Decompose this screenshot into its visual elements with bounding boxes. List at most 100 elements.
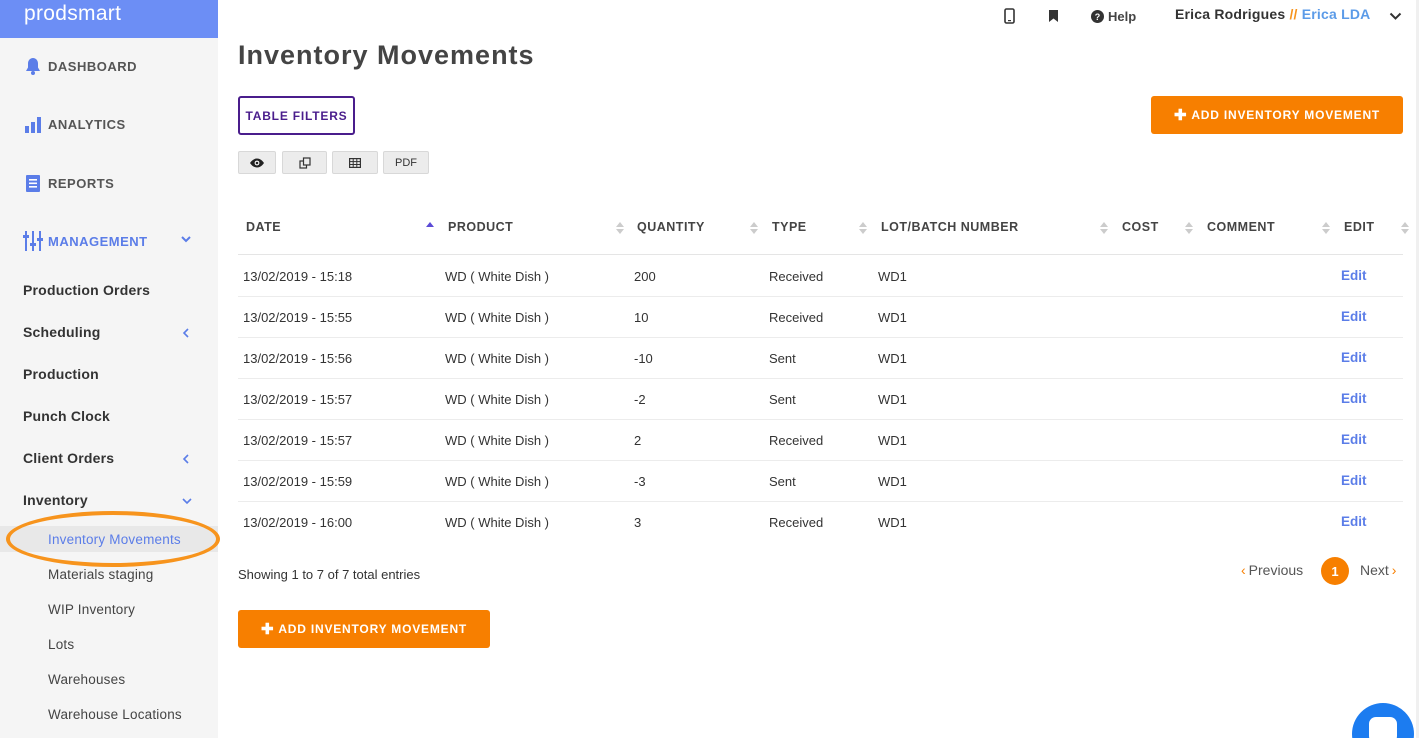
brand-logo[interactable]: prodsmart <box>0 0 218 38</box>
bookmark-icon[interactable] <box>1048 6 1059 26</box>
edit-link[interactable]: Edit <box>1341 473 1367 488</box>
pdf-button[interactable]: PDF <box>383 151 429 174</box>
excel-button[interactable] <box>332 151 378 174</box>
chevron-down-icon[interactable] <box>1389 6 1402 26</box>
cell-lot: WD1 <box>878 269 907 284</box>
cell-lot: WD1 <box>878 515 907 530</box>
nav-warehouse-locations-label: Warehouse Locations <box>48 706 182 722</box>
edit-link[interactable]: Edit <box>1341 268 1367 283</box>
chevron-left-icon <box>181 326 191 342</box>
header-type[interactable]: TYPE <box>772 220 807 234</box>
header-lot-batch[interactable]: LOT/BATCH NUMBER <box>881 220 1019 234</box>
nav-analytics[interactable]: ANALYTICS <box>0 109 218 139</box>
eye-icon <box>249 158 265 168</box>
nav-inventory[interactable]: Inventory <box>0 488 218 512</box>
row-divider <box>238 501 1403 502</box>
nav-reports-label: REPORTS <box>48 175 115 191</box>
nav-dashboard[interactable]: DASHBOARD <box>0 51 218 81</box>
pagination-previous[interactable]: ‹ Previous <box>1238 562 1303 578</box>
cell-date: 13/02/2019 - 15:55 <box>243 310 353 325</box>
nav-warehouse-locations[interactable]: Warehouse Locations <box>0 701 218 727</box>
cell-product: WD ( White Dish ) <box>445 351 549 366</box>
nav-punch-clock[interactable]: Punch Clock <box>0 404 218 428</box>
add-inventory-movement-button-top[interactable]: ✚ ADD INVENTORY MOVEMENT <box>1151 96 1403 134</box>
copy-button[interactable] <box>282 151 327 174</box>
nav-wip-inventory-label: WIP Inventory <box>48 601 136 617</box>
table-icon <box>349 157 361 168</box>
cell-lot: WD1 <box>878 351 907 366</box>
sidebar: prodsmart DASHBOARD ANALYTICS REPORTS MA… <box>0 0 218 738</box>
nav-wip-inventory[interactable]: WIP Inventory <box>0 596 218 622</box>
nav-production[interactable]: Production <box>0 362 218 386</box>
chat-widget-button[interactable] <box>1352 703 1414 738</box>
nav-warehouses[interactable]: Warehouses <box>0 666 218 692</box>
cell-quantity: -3 <box>634 474 646 489</box>
pagination-next[interactable]: Next › <box>1360 562 1399 578</box>
edit-link[interactable]: Edit <box>1341 432 1367 447</box>
add-inventory-movement-button-bottom[interactable]: ✚ ADD INVENTORY MOVEMENT <box>238 610 490 648</box>
nav-dashboard-label: DASHBOARD <box>48 58 137 74</box>
edit-link[interactable]: Edit <box>1341 309 1367 324</box>
edit-link[interactable]: Edit <box>1341 391 1367 406</box>
header-product[interactable]: PRODUCT <box>448 220 513 234</box>
help-link[interactable]: ? Help <box>1091 6 1136 26</box>
sort-icon[interactable] <box>750 220 758 236</box>
sort-icon[interactable] <box>1322 220 1330 236</box>
header-quantity[interactable]: QUANTITY <box>637 220 705 234</box>
nav-punch-clock-label: Punch Clock <box>23 408 110 424</box>
next-label: Next <box>1360 562 1389 578</box>
sort-icon[interactable] <box>616 220 624 236</box>
cell-quantity: -2 <box>634 392 646 407</box>
header-edit[interactable]: EDIT <box>1344 220 1374 234</box>
nav-reports[interactable]: REPORTS <box>0 168 218 198</box>
sort-icon[interactable] <box>1185 220 1193 236</box>
cell-date: 13/02/2019 - 15:57 <box>243 392 353 407</box>
sort-icon[interactable] <box>859 220 867 236</box>
row-divider <box>238 337 1403 338</box>
header-date[interactable]: DATE <box>246 220 281 234</box>
nav-management[interactable]: MANAGEMENT <box>0 226 218 256</box>
cell-quantity: 3 <box>634 515 642 530</box>
sort-icon[interactable] <box>1401 220 1409 236</box>
cell-product: WD ( White Dish ) <box>445 269 549 284</box>
header-cost[interactable]: COST <box>1122 220 1159 234</box>
mobile-icon[interactable] <box>1004 6 1015 26</box>
page-title: Inventory Movements <box>238 40 535 70</box>
cell-type: Sent <box>769 474 796 489</box>
edit-link[interactable]: Edit <box>1341 514 1367 529</box>
sort-asc-icon[interactable] <box>426 220 434 236</box>
cell-type: Sent <box>769 351 796 366</box>
chevron-down-icon <box>181 494 193 510</box>
nav-lots-label: Lots <box>48 636 75 652</box>
nav-warehouses-label: Warehouses <box>48 671 126 687</box>
pagination-page-1[interactable]: 1 <box>1321 557 1349 585</box>
cell-quantity: -10 <box>634 351 653 366</box>
column-visibility-button[interactable] <box>238 151 276 174</box>
help-circle-icon: ? <box>1091 9 1104 23</box>
add-button-label: ADD INVENTORY MOVEMENT <box>1191 108 1381 122</box>
chevron-right-icon: › <box>1391 562 1397 578</box>
nav-client-orders[interactable]: Client Orders <box>0 446 218 470</box>
nav-inventory-movements-label: Inventory Movements <box>48 531 181 547</box>
cell-type: Received <box>769 433 824 448</box>
chat-icon <box>1369 717 1397 738</box>
nav-scheduling[interactable]: Scheduling <box>0 320 218 344</box>
header-comment[interactable]: COMMENT <box>1207 220 1275 234</box>
nav-client-orders-label: Client Orders <box>23 450 115 466</box>
user-menu[interactable]: Erica Rodrigues // Erica LDA <box>1175 6 1370 22</box>
cell-lot: WD1 <box>878 310 907 325</box>
nav-inventory-movements[interactable]: Inventory Movements <box>0 526 218 552</box>
row-divider <box>238 460 1403 461</box>
table-filters-button[interactable]: TABLE FILTERS <box>238 96 355 135</box>
bar-chart-icon <box>22 113 44 135</box>
nav-production-orders[interactable]: Production Orders <box>0 278 218 302</box>
cell-date: 13/02/2019 - 15:56 <box>243 351 353 366</box>
chevron-down-icon <box>180 233 192 248</box>
edit-link[interactable]: Edit <box>1341 350 1367 365</box>
nav-inventory-label: Inventory <box>23 492 88 508</box>
sort-icon[interactable] <box>1100 220 1108 236</box>
chevron-left-icon: ‹ <box>1241 562 1246 578</box>
cell-date: 13/02/2019 - 15:59 <box>243 474 353 489</box>
nav-lots[interactable]: Lots <box>0 631 218 657</box>
nav-materials-staging[interactable]: Materials staging <box>0 561 218 587</box>
